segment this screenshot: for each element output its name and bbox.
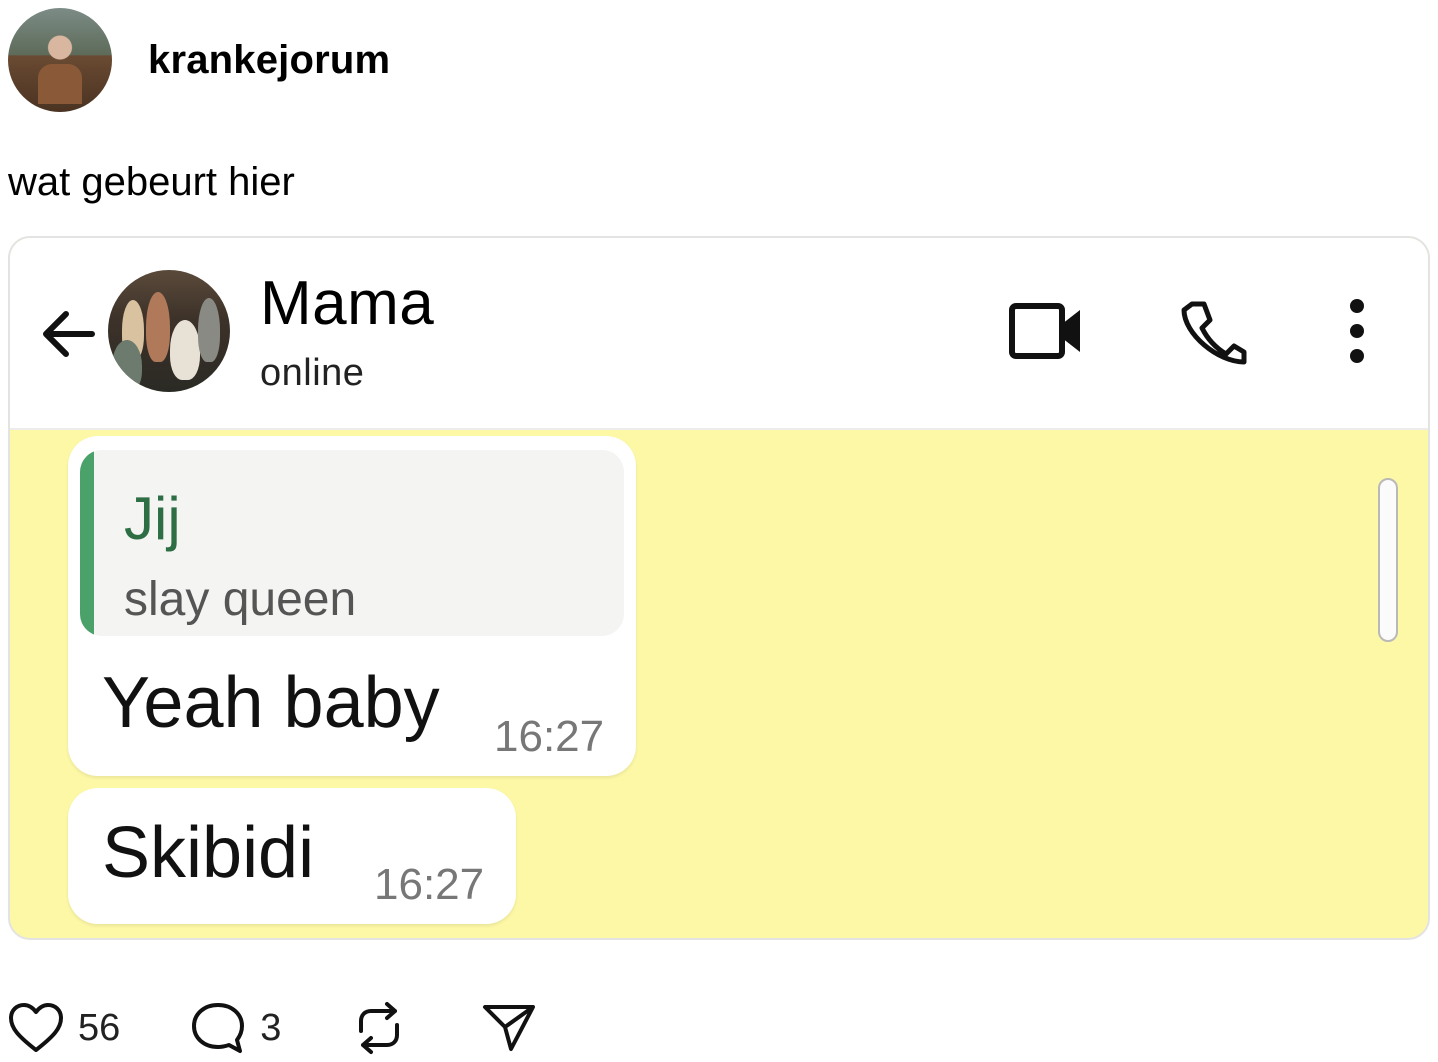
contact-name[interactable]: Mama — [260, 268, 434, 339]
message-time: 16:27 — [374, 860, 485, 909]
video-call-icon[interactable] — [1008, 300, 1084, 362]
like-button[interactable]: 56 — [8, 1002, 120, 1054]
message-text: Skibidi — [102, 813, 315, 893]
post-actions: 56 3 — [8, 1000, 537, 1056]
comment-button[interactable]: 3 — [190, 1001, 281, 1055]
repost-icon — [359, 1002, 400, 1054]
quote-author: Jij — [124, 485, 181, 552]
username[interactable]: krankejorum — [148, 38, 390, 83]
heart-icon — [9, 1003, 63, 1052]
chat-screenshot: Mama online Jij slay queen Yeah baby 16:… — [8, 236, 1430, 940]
post-caption: wat gebeurt hier — [8, 160, 295, 204]
comment-count: 3 — [260, 1006, 282, 1049]
share-button[interactable] — [481, 1001, 537, 1055]
phone-icon[interactable] — [1178, 298, 1248, 368]
send-icon — [483, 1005, 536, 1051]
message-bubble[interactable]: Jij slay queen Yeah baby 16:27 — [68, 436, 636, 776]
back-arrow-icon[interactable] — [36, 302, 100, 366]
quote-accent-bar — [80, 450, 94, 636]
comment-bubble-icon — [192, 1003, 245, 1053]
message-time: 16:27 — [494, 712, 605, 761]
quoted-message[interactable]: Jij slay queen — [80, 450, 624, 636]
contact-status: online — [260, 352, 365, 394]
contact-avatar[interactable] — [108, 270, 230, 392]
user-avatar[interactable] — [8, 8, 112, 112]
post-header: krankejorum — [8, 8, 390, 112]
message-bubble[interactable]: Skibidi 16:27 — [68, 788, 516, 924]
message-text: Yeah baby — [102, 663, 440, 743]
scrollbar[interactable] — [1378, 478, 1398, 642]
quote-text: slay queen — [124, 573, 357, 626]
more-vertical-icon[interactable] — [1342, 296, 1372, 366]
like-count: 56 — [78, 1006, 121, 1049]
chat-header: Mama online — [10, 238, 1428, 430]
repost-button[interactable] — [351, 1001, 407, 1055]
